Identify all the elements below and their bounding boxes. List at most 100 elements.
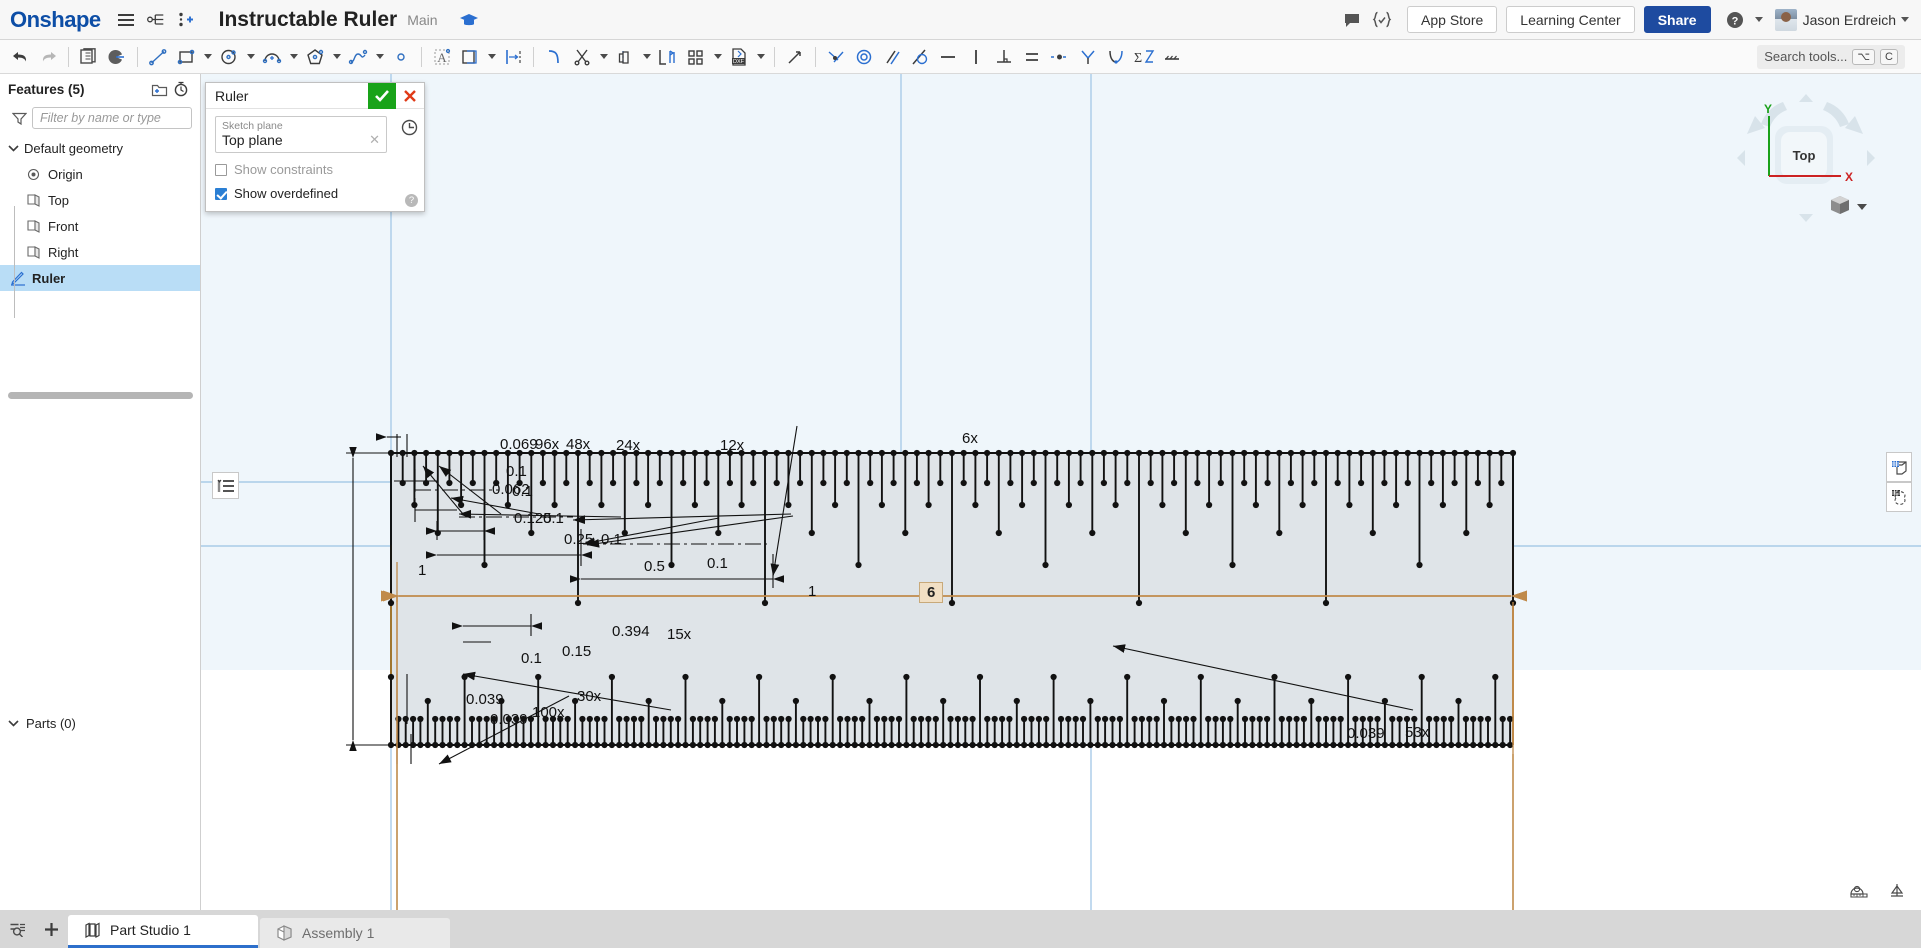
dimension-label[interactable]: 24x — [616, 437, 640, 454]
new-sketch-icon[interactable] — [75, 43, 103, 71]
circle-icon[interactable] — [215, 43, 243, 71]
checkmark-icon[interactable] — [368, 82, 396, 109]
share-button[interactable]: Share — [1643, 6, 1711, 33]
rollback-timer-icon[interactable] — [170, 78, 192, 100]
tree-item-default-geometry[interactable]: Default geometry — [0, 135, 200, 161]
spline-dropdown-icon[interactable] — [372, 43, 387, 71]
concentric-icon[interactable] — [850, 43, 878, 71]
mirror-dropdown-icon[interactable] — [639, 43, 654, 71]
arc-dropdown-icon[interactable] — [286, 43, 301, 71]
tree-item-top-plane[interactable]: Top — [0, 187, 200, 213]
horizontal-icon[interactable] — [934, 43, 962, 71]
undo-icon[interactable] — [6, 43, 34, 71]
features-scroll-indicator[interactable] — [8, 392, 193, 399]
help-icon[interactable]: ? — [1720, 5, 1750, 35]
graduation-cap-icon[interactable] — [458, 9, 480, 31]
parallel-icon[interactable] — [878, 43, 906, 71]
ruler-sketch-geometry[interactable] — [201, 74, 1921, 910]
variables-icon[interactable] — [1367, 5, 1397, 35]
user-dropdown-caret[interactable] — [1901, 17, 1909, 22]
sketch-dialog-name[interactable]: Ruler — [206, 88, 368, 104]
equal-icon[interactable] — [1018, 43, 1046, 71]
dimension-label[interactable]: 0.25 — [564, 531, 593, 548]
app-store-button[interactable]: App Store — [1407, 6, 1498, 33]
midpoint-icon[interactable] — [1046, 43, 1074, 71]
tree-item-ruler-sketch[interactable]: Ruler — [0, 265, 200, 291]
point-icon[interactable] — [387, 43, 415, 71]
tab-filter-icon[interactable] — [0, 912, 34, 946]
filter-icon[interactable] — [6, 112, 32, 125]
show-overdefined-row[interactable]: Show overdefined — [215, 186, 415, 201]
show-constraints-row[interactable]: Show constraints — [215, 162, 415, 177]
overall-length-badge[interactable]: 6 — [919, 582, 944, 603]
symmetric-icon[interactable] — [1074, 43, 1102, 71]
dimension-label[interactable]: 0.15 — [562, 643, 591, 660]
dimension-label[interactable]: 30x — [577, 688, 601, 705]
chevron-down-icon[interactable] — [6, 719, 20, 727]
hamburger-icon[interactable] — [111, 5, 141, 35]
dimension-label[interactable]: 0.1 — [543, 510, 564, 527]
parts-section-header[interactable]: Parts (0) — [0, 710, 201, 736]
onshape-logo[interactable]: Onshape — [10, 7, 101, 33]
dimension-label[interactable]: 0.069 — [500, 436, 538, 453]
dimension-label[interactable]: 0.039 — [466, 691, 504, 708]
trim-dropdown-icon[interactable] — [596, 43, 611, 71]
pattern-dropdown-icon[interactable] — [710, 43, 725, 71]
construction-icon[interactable] — [1158, 43, 1186, 71]
dimension-label[interactable]: 0.039 — [490, 711, 528, 728]
rectangle-dropdown-icon[interactable] — [200, 43, 215, 71]
pattern-icon[interactable] — [682, 43, 710, 71]
trim-icon[interactable] — [568, 43, 596, 71]
dimension-label[interactable]: 0.1 — [506, 463, 527, 480]
display-list-icon[interactable] — [212, 472, 239, 499]
offset-dropdown-icon[interactable] — [484, 43, 499, 71]
dimension-label[interactable]: 1 — [418, 562, 426, 579]
tab-assembly-1[interactable]: Assembly 1 — [260, 918, 450, 948]
tree-item-front-plane[interactable]: Front — [0, 213, 200, 239]
clear-x-icon[interactable]: ✕ — [369, 132, 380, 148]
offset-icon[interactable] — [456, 43, 484, 71]
section-view-icon[interactable] — [1886, 452, 1912, 482]
redo-icon[interactable] — [34, 43, 62, 71]
tree-item-right-plane[interactable]: Right — [0, 239, 200, 265]
dimension-label[interactable]: 0.394 — [612, 623, 650, 640]
dimension-label[interactable]: 48x — [566, 436, 590, 453]
comment-icon[interactable] — [1337, 5, 1367, 35]
constraint-sum-icon[interactable]: Σ — [1130, 43, 1158, 71]
close-icon[interactable] — [396, 83, 424, 109]
perpendicular-icon[interactable] — [990, 43, 1018, 71]
sketch-view-icon[interactable] — [103, 43, 131, 71]
rectangle-icon[interactable] — [172, 43, 200, 71]
fillet-icon[interactable] — [540, 43, 568, 71]
dimension-label[interactable]: 6x — [962, 430, 978, 447]
text-icon[interactable]: A — [428, 43, 456, 71]
document-tree-icon[interactable] — [141, 5, 171, 35]
dimension-label[interactable]: 0.039 — [1347, 725, 1385, 742]
show-overdefined-checkbox[interactable] — [215, 187, 227, 200]
circle-dropdown-icon[interactable] — [243, 43, 258, 71]
render-view-icon[interactable] — [1886, 482, 1912, 512]
extend-icon[interactable] — [781, 43, 809, 71]
dimension-label[interactable]: 0.1 — [601, 531, 622, 548]
dimension-label[interactable]: 0.5 — [644, 558, 665, 575]
view-cube[interactable]: Top Y X — [1731, 88, 1881, 228]
filter-input[interactable]: Filter by name or type — [32, 107, 192, 129]
dxf-import-icon[interactable]: DXF — [725, 43, 753, 71]
search-tools-input[interactable]: Search tools... ⌥ C — [1757, 44, 1905, 69]
chevron-down-icon[interactable] — [6, 144, 20, 152]
sketch-plane-field[interactable]: Sketch plane Top plane ✕ — [215, 116, 387, 153]
dimension-label[interactable]: 0.1 — [707, 555, 728, 572]
polygon-icon[interactable] — [301, 43, 329, 71]
dimension-label[interactable]: 96x — [535, 436, 559, 453]
add-tab-icon[interactable] — [34, 912, 68, 946]
spline-icon[interactable] — [344, 43, 372, 71]
dimension-label[interactable]: 0.1 — [512, 483, 533, 500]
tab-part-studio-1[interactable]: Part Studio 1 — [68, 915, 258, 948]
vertical-icon[interactable] — [962, 43, 990, 71]
history-clock-icon[interactable] — [401, 119, 418, 136]
dimension-label[interactable]: 53x — [1405, 724, 1429, 741]
help-dropdown-caret[interactable] — [1754, 17, 1763, 22]
dxf-dropdown-icon[interactable] — [753, 43, 768, 71]
mirror-icon[interactable] — [611, 43, 639, 71]
learning-center-button[interactable]: Learning Center — [1506, 6, 1635, 33]
